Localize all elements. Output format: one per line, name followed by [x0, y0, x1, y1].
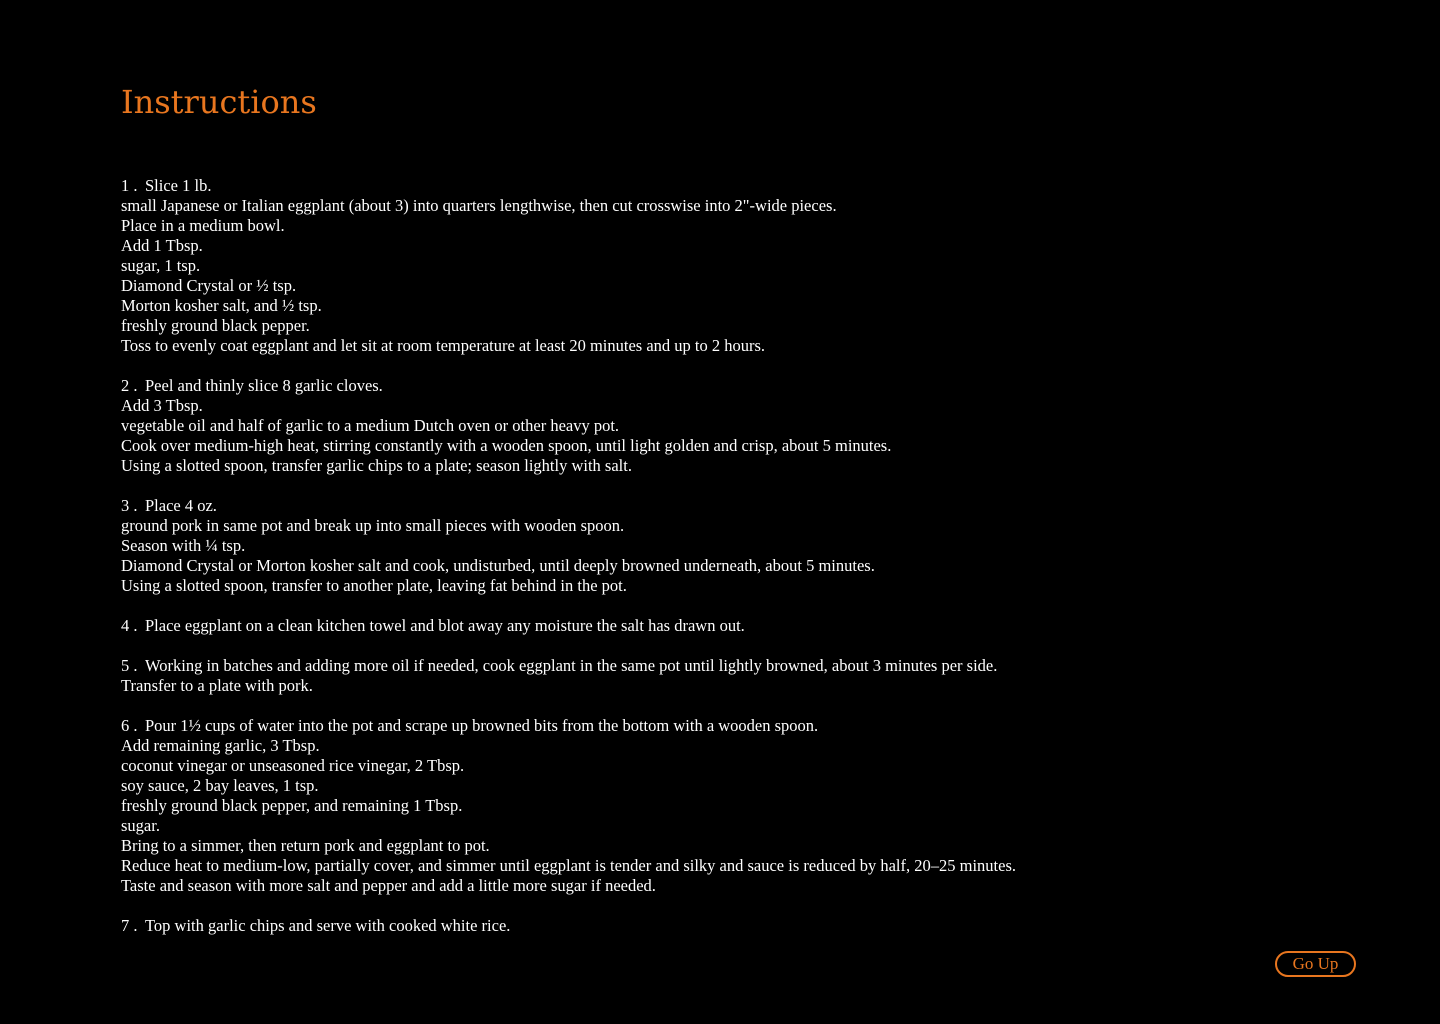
go-up-button[interactable]: Go Up	[1275, 951, 1356, 977]
step-line: coconut vinegar or unseasoned rice vineg…	[121, 756, 1016, 776]
step-line: small Japanese or Italian eggplant (abou…	[121, 196, 1016, 216]
step-line: Diamond Crystal or ½ tsp.	[121, 276, 1016, 296]
step-line: 7 . Top with garlic chips and serve with …	[121, 916, 1016, 936]
step-text: Reduce heat to medium-low, partially cov…	[121, 856, 1016, 875]
step-text: Toss to evenly coat eggplant and let sit…	[121, 336, 766, 355]
instruction-step: 4 . Place eggplant on a clean kitchen tow…	[121, 616, 1016, 636]
step-line: Cook over medium-high heat, stirring con…	[121, 436, 1016, 456]
step-text: Peel and thinly slice 8 garlic cloves.	[145, 376, 383, 395]
instruction-step: 5 . Working in batches and adding more oi…	[121, 656, 1016, 696]
step-text: freshly ground black pepper.	[121, 316, 310, 335]
step-line: 4 . Place eggplant on a clean kitchen tow…	[121, 616, 1016, 636]
instruction-step: 6 . Pour 1½ cups of water into the pot an…	[121, 716, 1016, 896]
step-line: sugar.	[121, 816, 1016, 836]
step-line: freshly ground black pepper, and remaini…	[121, 796, 1016, 816]
step-line: 1 . Slice 1 lb.	[121, 176, 1016, 196]
step-line: Add 1 Tbsp.	[121, 236, 1016, 256]
instruction-step: 2 . Peel and thinly slice 8 garlic cloves…	[121, 376, 1016, 476]
step-text: freshly ground black pepper, and remaini…	[121, 796, 463, 815]
step-line: Bring to a simmer, then return pork and …	[121, 836, 1016, 856]
step-text: Place 4 oz.	[145, 496, 217, 515]
step-text: Using a slotted spoon, transfer to anoth…	[121, 576, 627, 595]
step-line: 5 . Working in batches and adding more oi…	[121, 656, 1016, 676]
step-line: vegetable oil and half of garlic to a me…	[121, 416, 1016, 436]
step-text: Pour 1½ cups of water into the pot and s…	[145, 716, 819, 735]
step-text: sugar, 1 tsp.	[121, 256, 201, 275]
step-line: Season with ¼ tsp.	[121, 536, 1016, 556]
instructions-heading: Instructions	[121, 83, 317, 121]
step-line: 2 . Peel and thinly slice 8 garlic cloves…	[121, 376, 1016, 396]
step-text: Morton kosher salt, and ½ tsp.	[121, 296, 322, 315]
step-number: 1 .	[121, 176, 138, 195]
step-text: Season with ¼ tsp.	[121, 536, 246, 555]
step-text: coconut vinegar or unseasoned rice vineg…	[121, 756, 465, 775]
step-number: 3 .	[121, 496, 138, 515]
step-line: Add remaining garlic, 3 Tbsp.	[121, 736, 1016, 756]
step-text: Taste and season with more salt and pepp…	[121, 876, 656, 895]
step-number: 5 .	[121, 656, 138, 675]
step-text: Diamond Crystal or Morton kosher salt an…	[121, 556, 875, 575]
instruction-step: 7 . Top with garlic chips and serve with …	[121, 916, 1016, 936]
step-line: freshly ground black pepper.	[121, 316, 1016, 336]
step-line: Diamond Crystal or Morton kosher salt an…	[121, 556, 1016, 576]
step-text: Add 3 Tbsp.	[121, 396, 203, 415]
step-number: 2 .	[121, 376, 138, 395]
step-line: Place in a medium bowl.	[121, 216, 1016, 236]
step-line: 6 . Pour 1½ cups of water into the pot an…	[121, 716, 1016, 736]
step-line: ground pork in same pot and break up int…	[121, 516, 1016, 536]
step-line: Using a slotted spoon, transfer to anoth…	[121, 576, 1016, 596]
step-text: sugar.	[121, 816, 160, 835]
step-text: vegetable oil and half of garlic to a me…	[121, 416, 620, 435]
step-text: Slice 1 lb.	[145, 176, 212, 195]
step-line: Morton kosher salt, and ½ tsp.	[121, 296, 1016, 316]
step-line: sugar, 1 tsp.	[121, 256, 1016, 276]
step-text: Add remaining garlic, 3 Tbsp.	[121, 736, 320, 755]
step-line: soy sauce, 2 bay leaves, 1 tsp.	[121, 776, 1016, 796]
instruction-step: 1 . Slice 1 lb. small Japanese or Italian …	[121, 176, 1016, 356]
step-text: Place in a medium bowl.	[121, 216, 285, 235]
step-number: 6 .	[121, 716, 138, 735]
step-text: small Japanese or Italian eggplant (abou…	[121, 196, 837, 215]
step-line: Add 3 Tbsp.	[121, 396, 1016, 416]
instruction-step: 3 . Place 4 oz. ground pork in same pot an…	[121, 496, 1016, 596]
step-text: Transfer to a plate with pork.	[121, 676, 313, 695]
step-number: 7 .	[121, 916, 138, 935]
instruction-steps-list: 1 . Slice 1 lb. small Japanese or Italian …	[121, 176, 1016, 956]
step-text: Diamond Crystal or ½ tsp.	[121, 276, 297, 295]
step-number: 4 .	[121, 616, 138, 635]
step-line: 3 . Place 4 oz.	[121, 496, 1016, 516]
step-line: Using a slotted spoon, transfer garlic c…	[121, 456, 1016, 476]
step-line: Transfer to a plate with pork.	[121, 676, 1016, 696]
step-line: Toss to evenly coat eggplant and let sit…	[121, 336, 1016, 356]
step-text: Place eggplant on a clean kitchen towel …	[145, 616, 745, 635]
step-text: Add 1 Tbsp.	[121, 236, 203, 255]
step-text: ground pork in same pot and break up int…	[121, 516, 625, 535]
step-line: Taste and season with more salt and pepp…	[121, 876, 1016, 896]
step-text: Top with garlic chips and serve with coo…	[145, 916, 511, 935]
step-text: soy sauce, 2 bay leaves, 1 tsp.	[121, 776, 319, 795]
step-text: Bring to a simmer, then return pork and …	[121, 836, 490, 855]
step-line: Reduce heat to medium-low, partially cov…	[121, 856, 1016, 876]
step-text: Cook over medium-high heat, stirring con…	[121, 436, 892, 455]
step-text: Working in batches and adding more oil i…	[145, 656, 998, 675]
step-text: Using a slotted spoon, transfer garlic c…	[121, 456, 632, 475]
